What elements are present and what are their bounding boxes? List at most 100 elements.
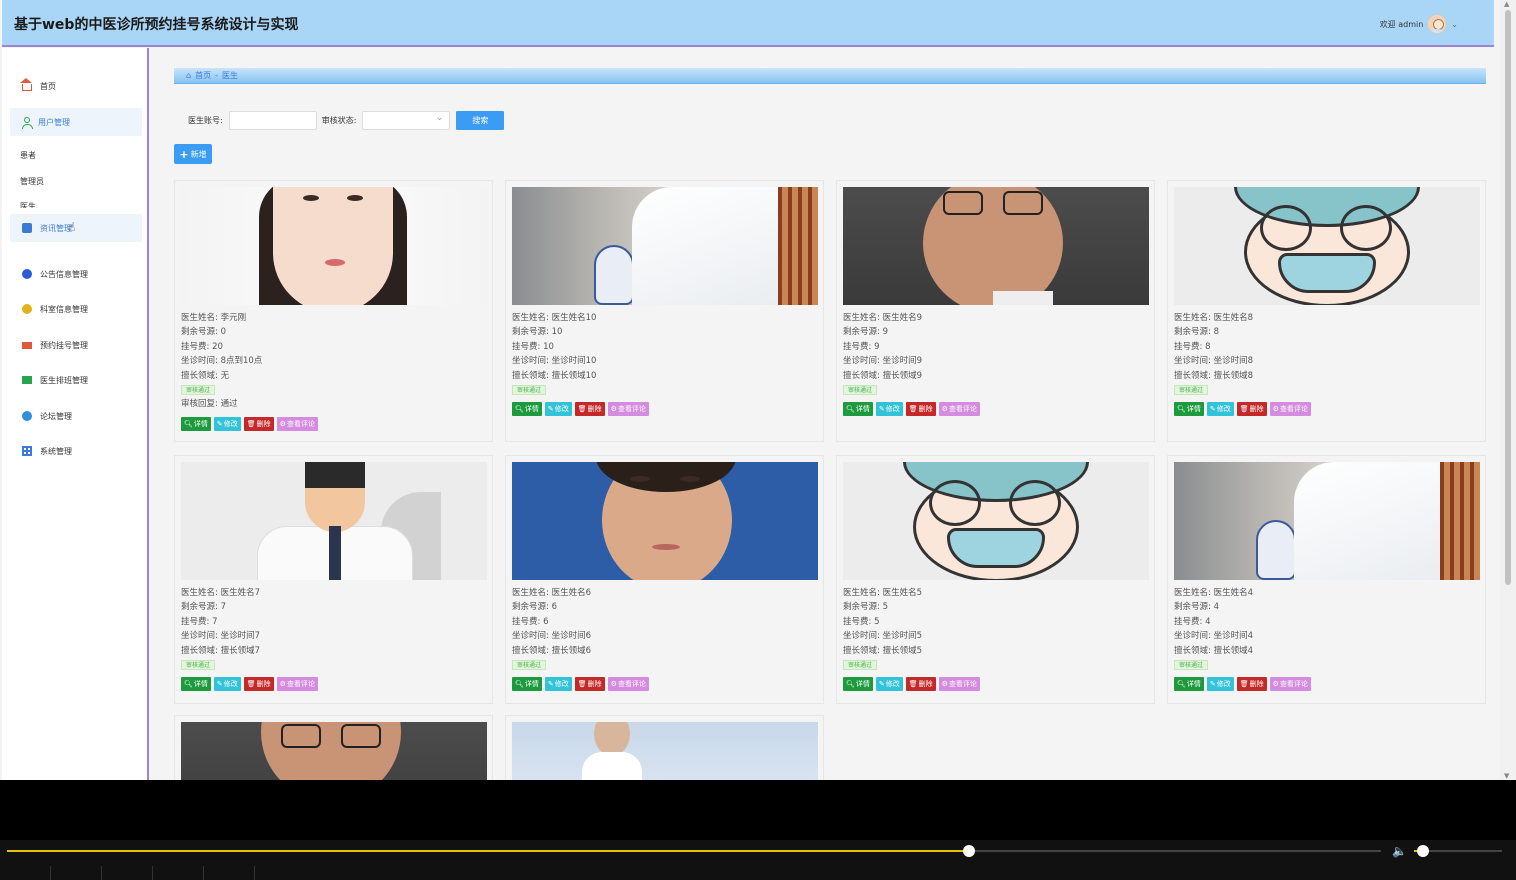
card-text: 删除: [256, 680, 271, 688]
sidebar-item-user-management[interactable]: 用户管理: [10, 108, 142, 136]
comments-button[interactable]: ⚙ 查看评论: [607, 402, 649, 416]
detail-button[interactable]: 🔍︎ 详情: [181, 417, 211, 431]
comments-button[interactable]: ⚙ 查看评论: [276, 417, 318, 431]
detail-button[interactable]: 🔍︎ 详情: [512, 402, 542, 416]
delete-button[interactable]: 🗑︎ 删除: [905, 677, 936, 691]
doctor-photo[interactable]: [843, 462, 1149, 580]
edit-button[interactable]: ✎ 修改: [213, 677, 241, 691]
doctor-photo[interactable]: [1174, 187, 1480, 305]
control-slot[interactable]: [102, 866, 153, 880]
delete-button[interactable]: 🗑︎ 删除: [574, 677, 605, 691]
card-text: 坐诊时间:: [1174, 356, 1211, 367]
scrollbar-thumb[interactable]: [1505, 10, 1511, 585]
comments-button[interactable]: ⚙ 查看评论: [276, 677, 318, 691]
delete-button[interactable]: 🗑︎ 删除: [1236, 402, 1267, 416]
card-text: 剩余号源:: [843, 327, 880, 338]
comments-button[interactable]: ⚙ 查看评论: [938, 402, 980, 416]
progress-knob[interactable]: [962, 845, 975, 857]
edit-button[interactable]: ✎ 修改: [213, 417, 241, 431]
control-slot[interactable]: [0, 866, 51, 880]
scroll-down-icon[interactable]: ▼: [1504, 772, 1509, 780]
doctor-photo[interactable]: [512, 187, 818, 305]
card-text: 6: [543, 616, 549, 627]
scroll-up-icon[interactable]: ▲: [1504, 0, 1509, 8]
comments-button[interactable]: ⚙ 查看评论: [1269, 677, 1311, 691]
card-text: 擅长领域:: [1174, 370, 1211, 381]
sidebar-item-appointment[interactable]: 预约挂号管理: [10, 331, 142, 359]
avatar[interactable]: [1427, 14, 1448, 34]
card-text: 挂号费:: [181, 616, 210, 627]
remaining-row: 剩余号源: 9: [843, 325, 1143, 339]
edit-button[interactable]: ✎ 修改: [875, 402, 903, 416]
sidebar-item-schedule[interactable]: 医生排班管理: [10, 366, 142, 394]
doctor-name-row: 医生姓名: 李元刚: [181, 311, 481, 325]
edit-button[interactable]: ✎ 修改: [544, 402, 572, 416]
comments-button[interactable]: ⚙ 查看评论: [607, 677, 649, 691]
card-actions: 🔍︎ 详情 ✎ 修改 🗑︎ 删除 ⚙ 查看评论: [1174, 677, 1311, 691]
trash-icon: 🗑︎: [577, 680, 587, 688]
doctor-photo[interactable]: [181, 187, 487, 305]
chevron-down-icon[interactable]: ⌄: [1451, 20, 1458, 29]
detail-button[interactable]: 🔍︎ 详情: [843, 677, 873, 691]
sidebar-subitem-patient[interactable]: 患者: [20, 150, 36, 161]
progress-bar[interactable]: [7, 845, 1381, 857]
fee-row: 挂号费: 20: [181, 340, 481, 354]
delete-button[interactable]: 🗑︎ 删除: [905, 402, 936, 416]
card-text: 详情: [524, 405, 539, 413]
detail-button[interactable]: 🔍︎ 详情: [843, 402, 873, 416]
edit-button[interactable]: ✎ 修改: [544, 677, 572, 691]
detail-button[interactable]: 🔍︎ 详情: [1174, 402, 1204, 416]
search-button[interactable]: 搜索: [456, 111, 505, 130]
edit-button[interactable]: ✎ 修改: [1206, 402, 1234, 416]
delete-button[interactable]: 🗑︎ 删除: [243, 677, 274, 691]
detail-button[interactable]: 🔍︎ 详情: [181, 677, 211, 691]
card-text: 8: [1205, 341, 1211, 352]
card-text: 医生姓名8: [1213, 313, 1253, 323]
delete-button[interactable]: 🗑︎ 删除: [574, 402, 605, 416]
card-text: 坐诊时间:: [1174, 631, 1211, 642]
card-text: 修改: [1216, 680, 1231, 688]
doctor-photo[interactable]: [512, 722, 818, 780]
doctor-account-input[interactable]: [228, 111, 317, 130]
sidebar-subitem-admin[interactable]: 管理员: [20, 176, 44, 187]
add-button[interactable]: + 新增: [174, 144, 212, 164]
vertical-scrollbar[interactable]: ▲ ▼: [1500, 0, 1516, 780]
card-text: 李元刚: [220, 313, 247, 323]
sidebar-item-forum[interactable]: 论坛管理: [10, 402, 142, 430]
doctor-photo[interactable]: [181, 722, 487, 780]
control-slot[interactable]: [153, 866, 204, 880]
delete-button[interactable]: 🗑︎ 删除: [1236, 677, 1267, 691]
video-player-bar: 🔈: [0, 840, 1516, 880]
sidebar-item-system[interactable]: 系统管理: [10, 437, 142, 465]
home-icon: ⌂: [186, 71, 192, 80]
doctor-photo[interactable]: [843, 187, 1149, 305]
doctor-photo[interactable]: [1174, 462, 1480, 580]
gear-icon: ⚙: [941, 405, 948, 413]
control-slot[interactable]: [204, 866, 255, 880]
doctor-photo[interactable]: [181, 462, 487, 580]
volume-icon[interactable]: 🔈: [1392, 844, 1407, 858]
doctor-name-row: 医生姓名: 医生姓名6: [512, 586, 812, 600]
breadcrumb-home[interactable]: 首页: [195, 70, 211, 81]
user-icon: [22, 117, 33, 129]
sidebar-subitem-doctor[interactable]: 医生: [20, 202, 36, 208]
doctor-photo[interactable]: [512, 462, 818, 580]
card-text: 擅长领域8: [1213, 370, 1253, 381]
detail-button[interactable]: 🔍︎ 详情: [1174, 677, 1204, 691]
search-icon: 🔍︎: [515, 680, 524, 688]
audit-status-select[interactable]: [362, 111, 451, 130]
control-slot[interactable]: [51, 866, 102, 880]
user-menu[interactable]: 欢迎 admin ⌄: [1380, 14, 1458, 34]
sidebar-item-notice[interactable]: 公告信息管理: [10, 260, 142, 288]
sidebar-item-home[interactable]: 首页: [10, 72, 142, 100]
volume-slider[interactable]: [1414, 845, 1502, 857]
detail-button[interactable]: 🔍︎ 详情: [512, 677, 542, 691]
sidebar-item-department[interactable]: 科室信息管理: [10, 295, 142, 323]
sidebar-item-news[interactable]: 资讯管理: [10, 214, 142, 242]
edit-button[interactable]: ✎ 修改: [875, 677, 903, 691]
edit-button[interactable]: ✎ 修改: [1206, 677, 1234, 691]
comments-button[interactable]: ⚙ 查看评论: [938, 677, 980, 691]
comments-button[interactable]: ⚙ 查看评论: [1269, 402, 1311, 416]
delete-button[interactable]: 🗑︎ 删除: [243, 417, 274, 431]
volume-knob[interactable]: [1416, 845, 1429, 857]
